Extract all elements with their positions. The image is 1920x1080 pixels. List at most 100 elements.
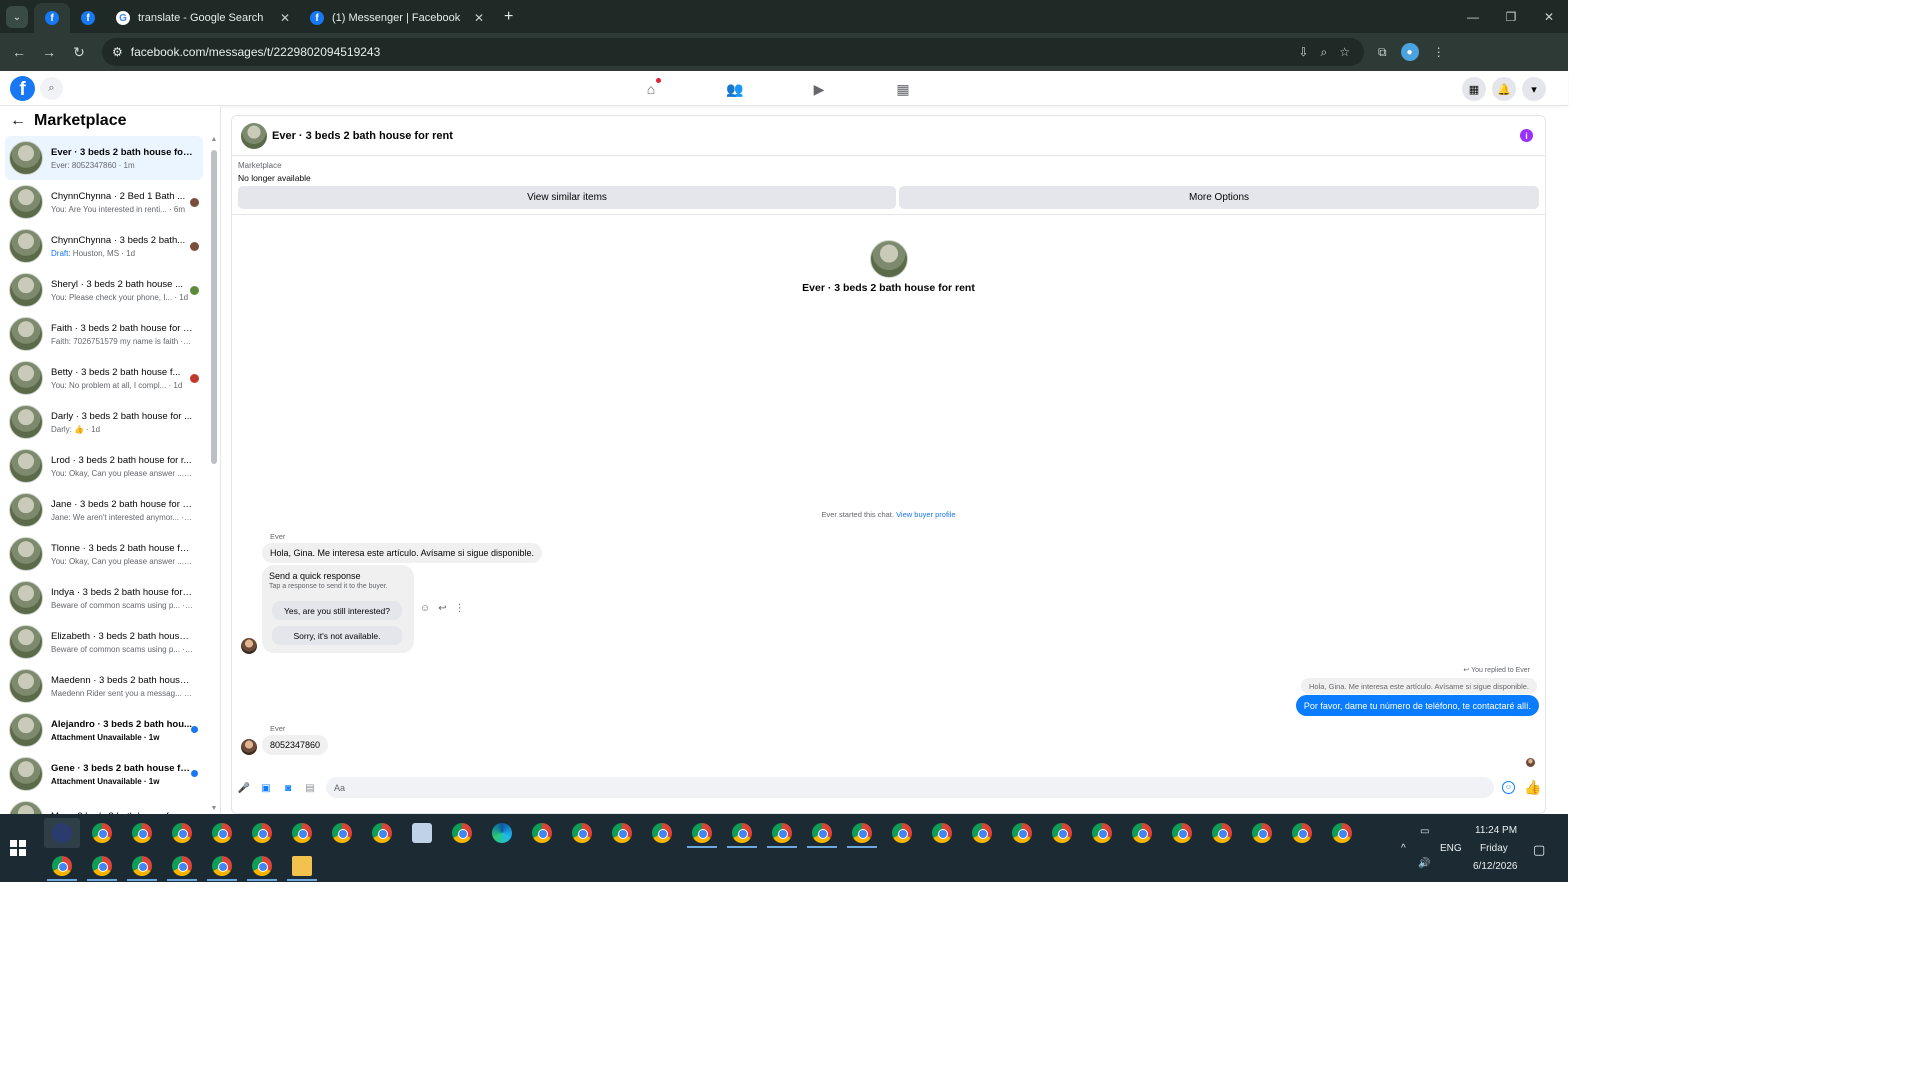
video-icon[interactable]: ▶	[807, 77, 831, 101]
display-icon[interactable]: ▭	[1420, 826, 1429, 837]
chrome-app-icon[interactable]	[172, 856, 192, 876]
chevron-up-icon[interactable]: ^	[1401, 843, 1406, 854]
chrome-app-icon[interactable]	[1292, 823, 1312, 843]
chrome-app-icon[interactable]	[172, 823, 192, 843]
gif-icon[interactable]: ▤	[304, 782, 316, 794]
account-caret-icon[interactable]: ▾	[1522, 77, 1546, 101]
chrome-app-icon[interactable]	[692, 823, 712, 843]
microphone-icon[interactable]: 🎤	[238, 782, 250, 794]
chrome-app-icon[interactable]	[852, 823, 872, 843]
install-app-icon[interactable]: ⇩	[1298, 45, 1308, 60]
more-kebab-icon[interactable]: ⋮	[455, 603, 465, 614]
chrome-app-icon[interactable]	[772, 823, 792, 843]
chrome-app-icon[interactable]	[972, 823, 992, 843]
chrome-app-icon[interactable]	[92, 823, 112, 843]
search-icon[interactable]: ⌕	[40, 77, 63, 100]
tab-pinned-facebook-1[interactable]: f	[34, 3, 70, 33]
address-bar[interactable]: ⚙ facebook.com/messages/t/22298020945192…	[102, 38, 1364, 66]
sender-avatar[interactable]	[241, 638, 257, 654]
app-icon[interactable]	[52, 823, 72, 843]
back-arrow-icon[interactable]: ←	[4, 37, 34, 67]
view-buyer-profile-link[interactable]: View buyer profile	[896, 510, 955, 519]
quoted-message[interactable]: Hola, Gina. Me interesa este artículo. A…	[1301, 678, 1537, 694]
apps-grid-icon[interactable]: ▦	[1462, 77, 1486, 101]
photo-icon[interactable]: ▣	[260, 782, 272, 794]
chrome-app-icon[interactable]	[332, 823, 352, 843]
app-icon[interactable]	[412, 823, 432, 843]
incoming-message[interactable]: 8052347860	[262, 735, 329, 755]
conversation-item[interactable]: Faith · 3 beds 2 bath house for r... Fait…	[5, 312, 203, 356]
home-icon[interactable]: ⌂	[639, 77, 663, 101]
chrome-app-icon[interactable]	[892, 823, 912, 843]
chrome-app-icon[interactable]	[212, 823, 232, 843]
marketplace-icon[interactable]: ▦	[891, 77, 915, 101]
close-tab-icon[interactable]: ✕	[280, 11, 290, 25]
reload-icon[interactable]: ↻	[64, 37, 94, 67]
tab-google-search[interactable]: G translate - Google Search ✕	[106, 3, 300, 33]
sticker-icon[interactable]: ◙	[282, 782, 294, 794]
chrome-app-icon[interactable]	[212, 856, 232, 876]
chrome-app-icon[interactable]	[452, 823, 472, 843]
bookmark-star-icon[interactable]: ☆	[1339, 45, 1350, 60]
conversation-item[interactable]: ChynnChynna · 3 beds 2 bath... Draft: Hou…	[5, 224, 203, 268]
conversation-item[interactable]: Alejandro · 3 beds 2 bath hou... Attachme…	[5, 708, 203, 752]
close-window-icon[interactable]: ✕	[1530, 0, 1568, 33]
chrome-app-icon[interactable]	[132, 823, 152, 843]
minimize-icon[interactable]: —	[1454, 0, 1492, 33]
chrome-app-icon[interactable]	[132, 856, 152, 876]
chrome-app-icon[interactable]	[932, 823, 952, 843]
message-input[interactable]: Aa	[326, 777, 1494, 798]
close-tab-icon[interactable]: ✕	[474, 11, 484, 25]
scroll-up-icon[interactable]: ▲	[210, 136, 218, 143]
new-tab-button[interactable]: +	[504, 8, 513, 26]
chrome-app-icon[interactable]	[732, 823, 752, 843]
incoming-message[interactable]: Hola, Gina. Me interesa este artículo. A…	[262, 543, 542, 563]
conversation-item[interactable]: Jane · 3 beds 2 bath house for r... Jane:…	[5, 488, 203, 532]
chrome-app-icon[interactable]	[1172, 823, 1192, 843]
extensions-icon[interactable]: ⧉	[1378, 45, 1387, 60]
conversation-item[interactable]: Sheryl · 3 beds 2 bath house ... You: Ple…	[5, 268, 203, 312]
friends-icon[interactable]: 👥	[723, 77, 747, 101]
chrome-app-icon[interactable]	[372, 823, 392, 843]
chat-title[interactable]: Ever · 3 beds 2 bath house for rent	[272, 130, 453, 142]
chrome-app-icon[interactable]	[1212, 823, 1232, 843]
chat-avatar[interactable]	[241, 122, 267, 149]
sidebar-scrollbar[interactable]: ▲ ▼	[210, 136, 218, 812]
more-options-button[interactable]: More Options	[899, 186, 1539, 209]
chrome-app-icon[interactable]	[532, 823, 552, 843]
back-arrow-icon[interactable]: ←	[10, 112, 26, 130]
listing-avatar[interactable]	[870, 240, 908, 278]
conversation-item[interactable]: Tlonne · 3 beds 2 bath house fo... You: O…	[5, 532, 203, 576]
scroll-down-icon[interactable]: ▼	[210, 805, 218, 812]
clock-date[interactable]: 6/12/2026	[1473, 861, 1518, 872]
profile-avatar-icon[interactable]: ●	[1400, 43, 1419, 61]
clock-time[interactable]: 11:24 PM	[1475, 825, 1517, 836]
menu-kebab-icon[interactable]: ⋮	[1433, 45, 1445, 59]
zoom-icon[interactable]: ⌕	[1321, 45, 1328, 60]
conversation-item[interactable]: Ever · 3 beds 2 bath house for r... Ever:…	[5, 136, 203, 180]
scrollbar-thumb[interactable]	[211, 150, 217, 464]
outgoing-message[interactable]: Por favor, dame tu número de teléfono, t…	[1295, 695, 1539, 716]
conversation-item[interactable]: Gene · 3 beds 2 bath house fo... Attachme…	[5, 752, 203, 796]
conversation-item[interactable]: Lrod · 3 beds 2 bath house for r... You: …	[5, 444, 203, 488]
facebook-logo-icon[interactable]: f	[10, 76, 35, 101]
thumbs-up-icon[interactable]: 👍	[1524, 779, 1541, 796]
edge-app-icon[interactable]	[492, 823, 512, 843]
chrome-app-icon[interactable]	[1132, 823, 1152, 843]
conversation-item[interactable]: Elizabeth · 3 beds 2 bath house ... Bewar…	[5, 620, 203, 664]
conversation-item[interactable]: Maedenn · 3 beds 2 bath house... Maedenn …	[5, 664, 203, 708]
chrome-app-icon[interactable]	[1052, 823, 1072, 843]
notification-center-icon[interactable]: ▢	[1533, 842, 1545, 858]
file-explorer-icon[interactable]	[292, 856, 312, 876]
view-similar-items-button[interactable]: View similar items	[238, 186, 896, 209]
chrome-app-icon[interactable]	[1332, 823, 1352, 843]
chrome-app-icon[interactable]	[92, 856, 112, 876]
reply-icon[interactable]: ↩	[438, 603, 446, 614]
chrome-app-icon[interactable]	[1012, 823, 1032, 843]
speaker-icon[interactable]: 🔊	[1418, 858, 1430, 869]
chrome-app-icon[interactable]	[1252, 823, 1272, 843]
windows-start-icon[interactable]	[10, 840, 26, 856]
chrome-app-icon[interactable]	[252, 823, 272, 843]
tab-pinned-facebook-2[interactable]: f	[70, 3, 106, 33]
conversation-item[interactable]: Max · 3 beds 2 bath house for...	[5, 796, 203, 814]
